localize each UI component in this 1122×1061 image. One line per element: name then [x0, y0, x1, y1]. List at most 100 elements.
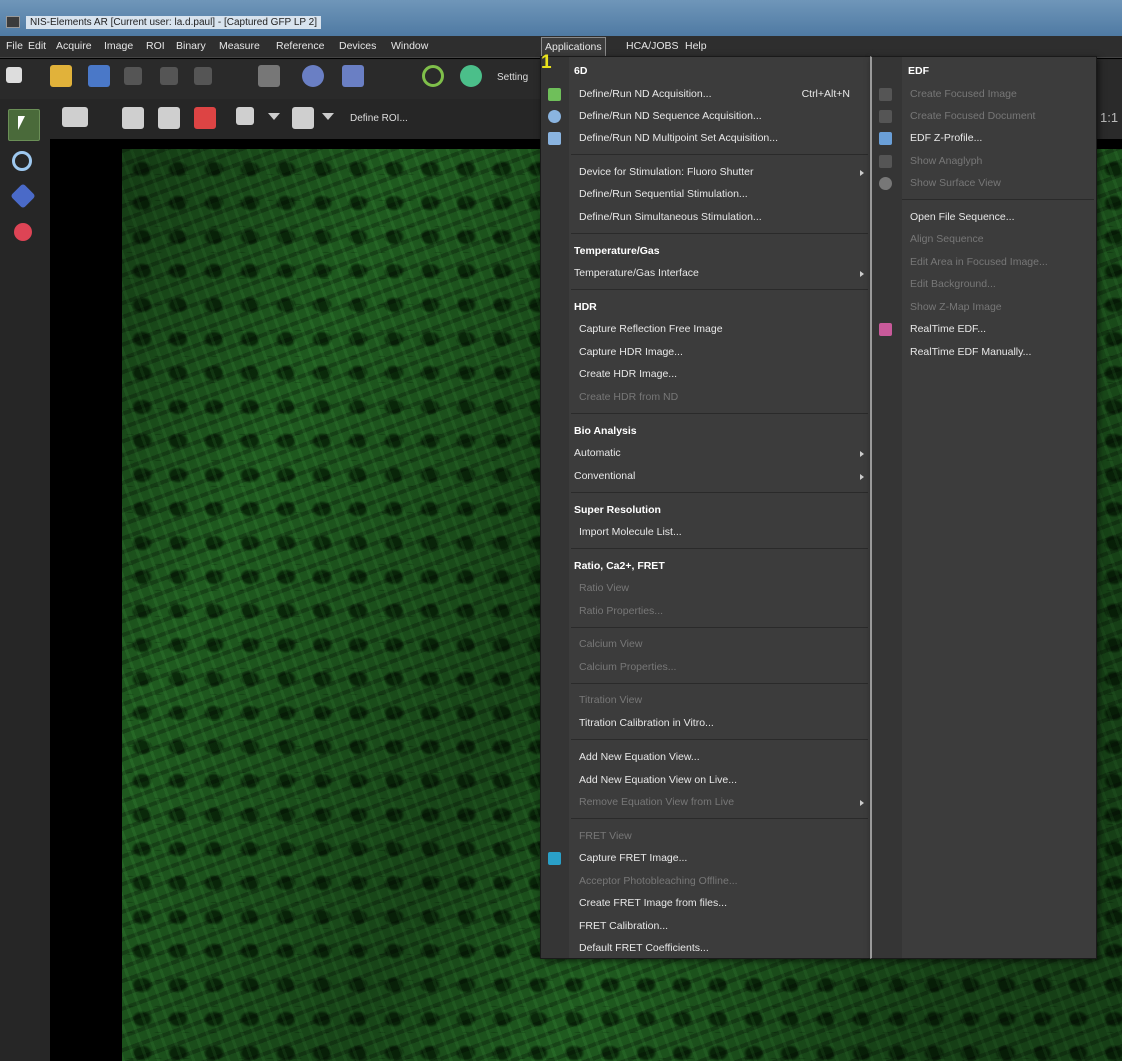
menu-item-fret-from-files[interactable]: Create FRET Image from files... [541, 893, 870, 915]
menu-acquire[interactable]: Acquire [56, 40, 92, 52]
nd-sequence-icon [548, 110, 561, 123]
anaglyph-icon [879, 155, 892, 168]
menu-item-add-equation[interactable]: Add New Equation View... [541, 747, 870, 769]
circle-icon[interactable] [422, 65, 444, 87]
submenu-arrow-icon [860, 800, 864, 806]
menu-reference[interactable]: Reference [276, 40, 324, 52]
menu-item-open-file-sequence[interactable]: Open File Sequence... [872, 207, 1096, 229]
menu-item-hdr-from-nd: Create HDR from ND [579, 391, 679, 403]
open-folder-icon[interactable] [50, 65, 72, 87]
save-icon[interactable] [88, 65, 110, 87]
gray-square-icon[interactable] [258, 65, 280, 87]
sigma-icon[interactable] [342, 65, 364, 87]
menu-item-ratio-view: Ratio View [579, 582, 629, 594]
menu-item-z-profile[interactable]: EDF Z-Profile... [872, 128, 1096, 150]
realtime-edf-icon [879, 323, 892, 336]
menu-item-ratio-properties: Ratio Properties... [579, 605, 664, 617]
z-profile-icon [879, 132, 892, 145]
menu-hca-jobs[interactable]: HCA/JOBS [626, 40, 679, 52]
settings-label[interactable]: Setting [497, 72, 528, 83]
camera-icon[interactable] [460, 65, 482, 87]
menu-item-add-equation-live[interactable]: Add New Equation View on Live... [541, 770, 870, 792]
menu-item-import-molecule[interactable]: Import Molecule List... [541, 522, 870, 544]
menu-item-temperature-interface[interactable]: Temperature/Gas Interface [541, 263, 870, 285]
menu-item-sequential-stimulation[interactable]: Define/Run Sequential Stimulation... [541, 184, 870, 206]
menu-item-capture-fret[interactable]: Capture FRET Image... [541, 848, 870, 870]
menu-roi[interactable]: ROI [146, 40, 165, 52]
menu-image[interactable]: Image [104, 40, 133, 52]
menu-item-remove-equation-live: Remove Equation View from Live [541, 792, 870, 814]
menu-window[interactable]: Window [391, 40, 428, 52]
menu-item-realtime-edf-manually[interactable]: RealTime EDF Manually... [872, 342, 1096, 364]
menu-item-nd-acquisition[interactable]: Define/Run ND Acquisition... Ctrl+Alt+N [541, 84, 870, 106]
pointer-icon [18, 116, 25, 130]
menu-item-simultaneous-stimulation[interactable]: Define/Run Simultaneous Stimulation... [541, 207, 870, 229]
histogram-add-icon[interactable] [122, 107, 144, 129]
undo-icon[interactable] [124, 67, 142, 85]
separator [571, 818, 868, 819]
menu-item-fret-calibration[interactable]: FRET Calibration... [541, 916, 870, 938]
menu-item-acceptor-photobleaching: Acceptor Photobleaching Offline... [579, 875, 738, 887]
pipette-icon[interactable] [10, 183, 36, 209]
menu-edit[interactable]: Edit [28, 40, 46, 52]
chevron-down-icon[interactable] [322, 113, 334, 120]
menu-item-nd-sequence[interactable]: Define/Run ND Sequence Acquisition... [541, 106, 870, 128]
submenu-arrow-icon [860, 271, 864, 277]
menu-item-calcium-properties: Calcium Properties... [579, 661, 677, 673]
section-super-resolution: Super Resolution [574, 504, 661, 516]
focused-document-icon [879, 110, 892, 123]
section-hdr: HDR [574, 301, 597, 313]
menu-item-edit-area: Edit Area in Focused Image... [910, 256, 1048, 268]
separator [571, 154, 868, 155]
app-icon [6, 16, 20, 28]
menu-item-fret-coefficients[interactable]: Default FRET Coefficients... [541, 938, 870, 960]
separator [571, 413, 868, 414]
separator [571, 683, 868, 684]
section-temperature-gas: Temperature/Gas [574, 245, 660, 257]
menu-item-stimulation-device[interactable]: Device for Stimulation: Fluoro Shutter [541, 162, 870, 184]
main-toolbar: Setting [0, 59, 540, 99]
curve-icon[interactable] [158, 107, 180, 129]
menu-help[interactable]: Help [685, 40, 707, 52]
menu-item-create-hdr[interactable]: Create HDR Image... [541, 364, 870, 386]
menu-measure[interactable]: Measure [219, 40, 260, 52]
menu-item-reflection-free[interactable]: Capture Reflection Free Image [541, 319, 870, 341]
nd-acquisition-icon [548, 88, 561, 101]
measure-tool-icon[interactable] [62, 107, 88, 127]
separator [902, 199, 1094, 200]
chevron-down-icon[interactable] [268, 113, 280, 120]
focused-image-icon [879, 88, 892, 101]
separator [571, 233, 868, 234]
pins-icon[interactable] [14, 223, 32, 241]
rotate-icon[interactable] [194, 67, 212, 85]
menu-binary[interactable]: Binary [176, 40, 206, 52]
menu-item-conventional[interactable]: Conventional [541, 466, 870, 488]
menu-item-nd-multipoint[interactable]: Define/Run ND Multipoint Set Acquisition… [541, 128, 870, 150]
zoom-icon[interactable] [12, 151, 32, 171]
section-bio-analysis: Bio Analysis [574, 425, 637, 437]
menu-file[interactable]: File [6, 40, 23, 52]
menu-item-titration-calibration[interactable]: Titration Calibration in Vitro... [541, 713, 870, 735]
image-view-icon[interactable] [236, 107, 254, 125]
step-marker: 1 [541, 52, 552, 73]
lut-icon[interactable] [292, 107, 314, 129]
menu-item-focused-image: Create Focused Image [872, 84, 1096, 106]
menu-devices[interactable]: Devices [339, 40, 376, 52]
pointer-tool[interactable] [8, 109, 40, 141]
menu-item-realtime-edf[interactable]: RealTime EDF... [872, 319, 1096, 341]
layout-icon[interactable] [6, 67, 22, 83]
section-ratio-fret: Ratio, Ca2+, FRET [574, 560, 665, 572]
menu-item-capture-hdr[interactable]: Capture HDR Image... [541, 342, 870, 364]
menu-item-surface-view: Show Surface View [872, 173, 1096, 195]
separator [571, 627, 868, 628]
menu-item-fret-view: FRET View [579, 830, 632, 842]
menu-item-automatic[interactable]: Automatic [541, 443, 870, 465]
separator [571, 492, 868, 493]
menu-bar: File Edit Acquire Image ROI Binary Measu… [0, 36, 1122, 58]
menu-item-focused-document: Create Focused Document [872, 106, 1096, 128]
empty-set-icon[interactable] [302, 65, 324, 87]
separator [571, 739, 868, 740]
remove-curve-icon[interactable] [194, 107, 216, 129]
define-roi-button[interactable]: Define ROI... [350, 113, 408, 124]
redo-icon[interactable] [160, 67, 178, 85]
